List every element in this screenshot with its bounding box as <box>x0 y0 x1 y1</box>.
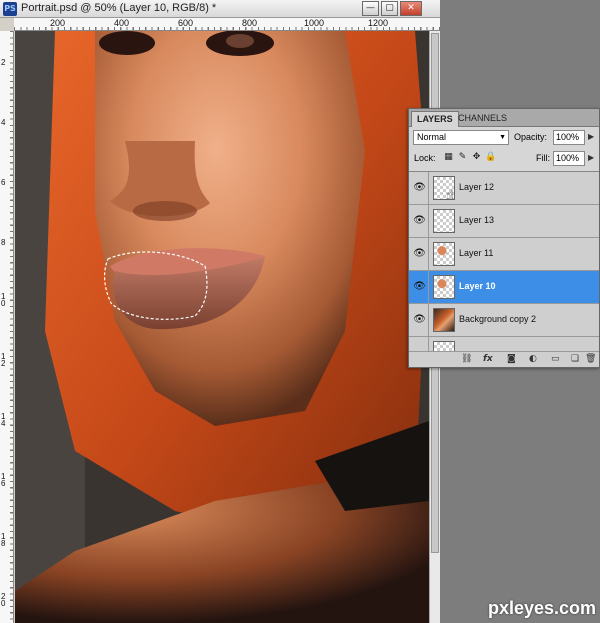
vertical-ruler[interactable]: 2 4 6 8 10 12 14 16 18 20 <box>0 31 14 623</box>
new-group-icon[interactable]: ▭ <box>551 354 560 364</box>
ruler-label: 14 <box>1 412 6 428</box>
horizontal-ruler[interactable]: 200 400 600 800 1000 1200 <box>14 18 440 31</box>
layer-thumbnail <box>433 209 455 233</box>
document-title: Portrait.psd @ 50% (Layer 10, RGB/8) * <box>21 2 217 14</box>
maximize-button[interactable]: ▢ <box>381 1 398 16</box>
layer-thumbnail <box>433 341 455 351</box>
layer-thumbnail <box>433 308 455 332</box>
ruler-label: 400 <box>114 18 130 28</box>
ruler-label: 6 <box>1 178 6 187</box>
layers-panel: LAYERS CHANNELS Normal ▼ Opacity: 100% ▶… <box>408 108 600 368</box>
ruler-label: 2 <box>1 58 6 67</box>
ruler-label: 12 <box>1 352 6 368</box>
close-button[interactable]: ✕ <box>400 1 422 16</box>
layer-thumbnail <box>433 275 455 299</box>
ruler-label: 1000 <box>304 18 325 28</box>
minimize-button[interactable]: — <box>362 1 379 16</box>
lock-position-icon[interactable]: ✥ <box>471 152 482 163</box>
link-layers-icon[interactable]: ⛓ <box>461 354 472 364</box>
layer-thumbnail <box>433 242 455 266</box>
eye-icon[interactable]: 👁 <box>411 205 429 237</box>
layer-name: Layer 10 <box>459 281 496 291</box>
blend-mode-value: Normal <box>417 132 447 142</box>
tab-channels[interactable]: CHANNELS <box>453 111 512 127</box>
opacity-label: Opacity: <box>514 132 548 142</box>
ruler-label: 600 <box>178 18 194 28</box>
layer-row-selected[interactable]: 👁 Layer 10 <box>409 271 599 304</box>
opacity-input[interactable]: 100% <box>553 130 585 145</box>
ruler-label: 10 <box>1 292 6 308</box>
layer-row[interactable]: 👁 Background copy 2 <box>409 304 599 337</box>
title-bar[interactable]: PS Portrait.psd @ 50% (Layer 10, RGB/8) … <box>0 0 440 18</box>
eye-icon[interactable]: 👁 <box>411 172 429 204</box>
layer-name: Layer 12 <box>459 182 495 192</box>
fill-input[interactable]: 100% <box>553 151 585 166</box>
hand-cursor-icon: ☝ <box>446 188 454 203</box>
layer-row[interactable]: 👁 Layer 13 <box>409 205 599 238</box>
layer-row[interactable]: 👁 Layer 11 <box>409 238 599 271</box>
ruler-label: 8 <box>1 238 6 247</box>
image-canvas[interactable] <box>15 31 429 623</box>
lock-transparent-pixels-icon[interactable]: ▦ <box>443 152 454 163</box>
layers-panel-footer: ⛓ fx ◙ ◐ ▭ ❏ 🗑 <box>409 351 599 367</box>
add-mask-icon[interactable]: ◙ <box>507 354 516 364</box>
ruler-label: 800 <box>242 18 258 28</box>
fill-slider-arrow-icon[interactable]: ▶ <box>588 153 594 162</box>
portrait-artwork <box>15 31 429 623</box>
watermark: pxleyes.com <box>488 598 597 618</box>
fx-icon[interactable]: fx <box>483 354 493 364</box>
layer-name: Layer 13 <box>459 215 495 225</box>
panel-tab-bar: LAYERS CHANNELS <box>409 109 599 127</box>
layer-row[interactable] <box>409 337 599 351</box>
lock-image-pixels-icon[interactable]: ✎ <box>457 152 468 163</box>
lock-label: Lock: <box>414 153 436 163</box>
blend-row: Normal ▼ Opacity: 100% ▶ <box>413 130 597 146</box>
photoshop-app-icon: PS <box>3 2 17 16</box>
chevron-down-icon: ▼ <box>499 134 506 141</box>
layer-list: 👁 Layer 12 👁 Layer 13 👁 Layer 11 👁 Layer… <box>409 171 599 351</box>
ruler-label: 200 <box>50 18 66 28</box>
eye-icon[interactable]: 👁 <box>411 238 429 270</box>
ruler-label: 18 <box>1 532 6 548</box>
hidden-visibility-box[interactable] <box>411 337 429 351</box>
eye-icon[interactable]: 👁 <box>411 304 429 336</box>
ruler-label: 20 <box>1 592 6 608</box>
lock-row: Lock: ▦ ✎ ✥ 🔒 Fill: 100% ▶ <box>413 151 597 167</box>
layer-name: Background copy 2 <box>459 314 537 324</box>
layer-row[interactable]: 👁 Layer 12 <box>409 172 599 205</box>
fill-label: Fill: <box>536 153 550 163</box>
ruler-label: 16 <box>1 472 6 488</box>
tab-layers[interactable]: LAYERS <box>411 111 459 127</box>
trash-icon[interactable]: 🗑 <box>585 354 596 364</box>
eye-icon[interactable]: 👁 <box>411 271 429 303</box>
blend-mode-select[interactable]: Normal ▼ <box>413 130 509 145</box>
layer-name: Layer 11 <box>459 248 494 258</box>
ruler-label: 4 <box>1 118 6 127</box>
adjustment-layer-icon[interactable]: ◐ <box>529 354 537 364</box>
new-layer-icon[interactable]: ❏ <box>571 354 579 364</box>
lock-all-icon[interactable]: 🔒 <box>485 152 496 163</box>
document-window: PS Portrait.psd @ 50% (Layer 10, RGB/8) … <box>0 0 440 623</box>
ruler-label: 1200 <box>368 18 389 28</box>
opacity-slider-arrow-icon[interactable]: ▶ <box>588 132 594 141</box>
